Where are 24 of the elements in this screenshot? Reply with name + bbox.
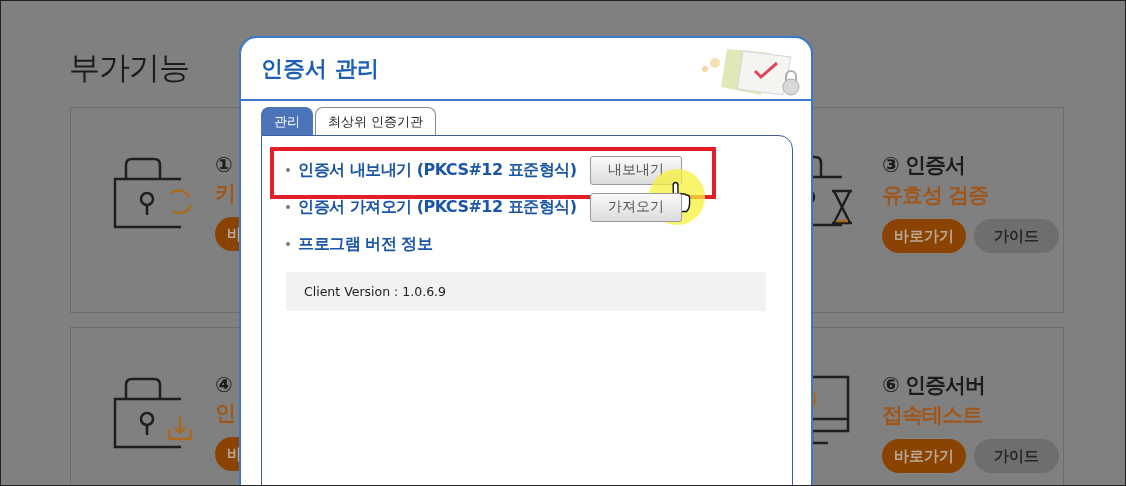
page-title: 부가기능 xyxy=(69,48,189,87)
dialog-title: 인증서 관리 xyxy=(261,54,379,83)
guide-button[interactable]: 가이드 xyxy=(974,219,1059,253)
item-label: 프로그램 버전 정보 xyxy=(298,233,433,255)
item-label: 인증서 내보내기 (PKCS#12 표준형식) xyxy=(298,159,577,181)
card-heading: ① xyxy=(215,153,233,177)
tab[interactable]: 최상위 인증기관 xyxy=(315,107,437,135)
go-button[interactable]: 바로가기 xyxy=(882,439,966,473)
item-label: 인증서 가져오기 (PKCS#12 표준형식) xyxy=(298,196,577,218)
bullet-icon xyxy=(286,205,290,209)
card-subtitle: 인 xyxy=(215,400,236,427)
card-subtitle: 유효성 검증 xyxy=(882,182,990,209)
tab[interactable]: 관리 xyxy=(261,107,313,135)
card-subtitle: 키 xyxy=(215,180,236,207)
card-heading: ④ xyxy=(215,373,233,397)
card-subtitle: 접속테스트 xyxy=(882,402,983,429)
bullet-icon xyxy=(286,168,290,172)
version-info: Client Version : 1.0.6.9 xyxy=(286,272,766,311)
card-heading: ⑥ 인증서버 xyxy=(882,372,987,399)
guide-button[interactable]: 가이드 xyxy=(974,439,1059,473)
action-button[interactable]: 가져오기 xyxy=(590,192,683,222)
card-heading: ③ 인증서 xyxy=(882,152,967,179)
bullet-icon xyxy=(286,242,290,246)
go-button[interactable]: 바로가기 xyxy=(882,219,966,253)
